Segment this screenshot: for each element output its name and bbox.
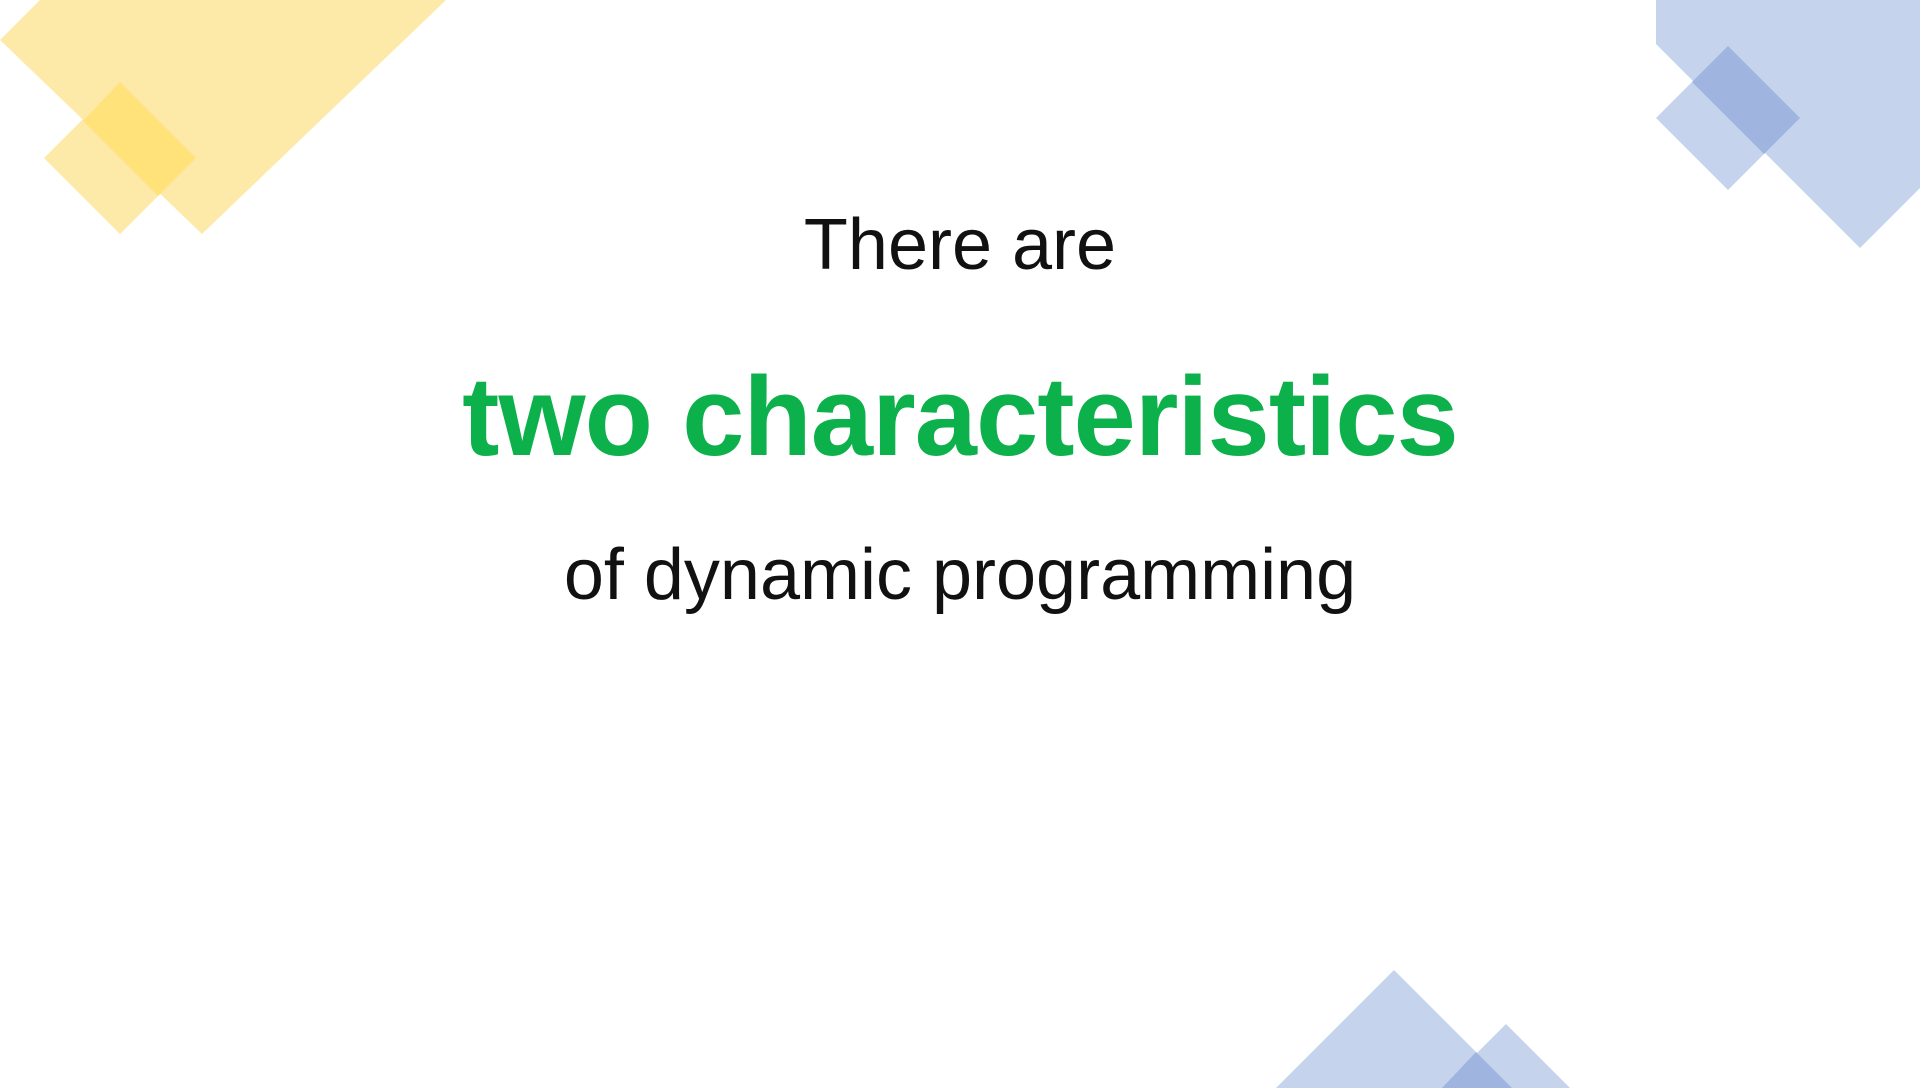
slide: There are two characteristics of dynamic…	[0, 0, 1920, 1088]
top-left-large-yellow-shape	[0, 0, 446, 234]
highlighted-heading: two characteristics	[462, 354, 1459, 479]
intro-text: There are	[803, 205, 1117, 285]
subtitle-text: of dynamic programming	[563, 535, 1357, 615]
